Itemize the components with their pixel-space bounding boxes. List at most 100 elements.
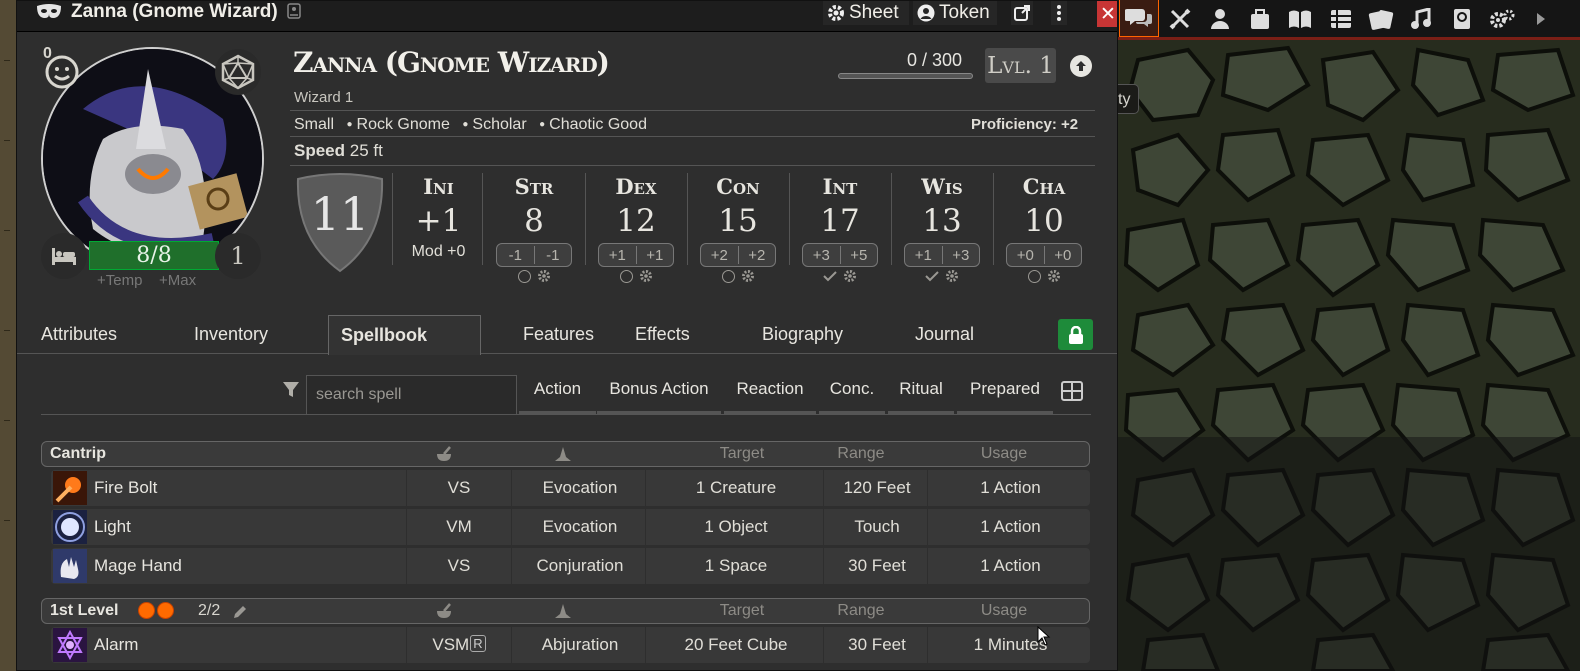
ability-score[interactable]: 8 <box>483 201 585 241</box>
grid-layout-icon[interactable] <box>1061 381 1083 401</box>
spell-icon[interactable] <box>53 628 87 662</box>
tab-attributes[interactable]: Attributes <box>41 315 117 354</box>
proficiency-circle-icon[interactable] <box>517 269 531 283</box>
spell-slot-pips[interactable] <box>138 599 176 623</box>
gear-icon[interactable] <box>537 269 551 283</box>
ability-mod-save[interactable]: +0 +0 <box>1006 243 1082 267</box>
ability-save[interactable]: +0 <box>1045 247 1082 264</box>
ability-label[interactable]: Str <box>483 173 585 201</box>
hit-points-bar[interactable]: 8/8 <box>89 241 219 270</box>
race-label[interactable]: Rock Gnome <box>357 116 450 133</box>
max-hp-field[interactable]: +Max <box>159 272 196 289</box>
ability-mod[interactable]: -1 <box>497 247 534 264</box>
ability-save[interactable]: +3 <box>943 247 980 264</box>
spell-name[interactable]: Fire Bolt <box>94 470 157 506</box>
background-label[interactable]: Scholar <box>472 116 526 133</box>
armor-class[interactable]: 11 <box>294 171 386 273</box>
spell-row[interactable]: Alarm VSM R Abjuration 20 Feet Cube 30 Feet 1 … <box>51 627 1090 663</box>
ability-int[interactable]: Int 17 +3 +5 <box>789 173 891 291</box>
game-map[interactable]: ty <box>1118 40 1580 671</box>
cards-tab[interactable] <box>1361 0 1401 37</box>
level-up-button[interactable] <box>1070 55 1092 77</box>
filter-concentration-button[interactable]: Conc. <box>819 375 885 415</box>
roll-dice-button[interactable] <box>215 49 261 95</box>
ability-mod[interactable]: +1 <box>599 247 636 264</box>
filter-reaction-button[interactable]: Reaction <box>724 375 816 415</box>
tab-effects[interactable]: Effects <box>635 315 690 354</box>
spell-name[interactable]: Alarm <box>94 627 138 663</box>
ability-save[interactable]: +2 <box>739 247 776 264</box>
spell-slot-count[interactable]: 2/2 <box>198 599 220 623</box>
ability-label[interactable]: Dex <box>585 173 687 201</box>
gear-icon[interactable] <box>1047 269 1061 283</box>
ability-label[interactable]: Cha <box>993 173 1095 201</box>
collapse-sidebar-button[interactable] <box>1526 0 1556 37</box>
journal-tab[interactable] <box>1280 0 1320 37</box>
combat-tab[interactable] <box>1160 0 1200 37</box>
tab-features[interactable]: Features <box>523 315 594 354</box>
ability-save[interactable]: +5 <box>841 247 878 264</box>
spell-row[interactable]: Light VM Evocation 1 Object Touch 1 Action <box>51 509 1090 545</box>
ability-score[interactable]: 13 <box>891 201 993 241</box>
ability-score[interactable]: 10 <box>993 201 1095 241</box>
close-button[interactable]: ✕ <box>1097 1 1117 27</box>
ability-cha[interactable]: Cha 10 +0 +0 <box>993 173 1095 291</box>
ability-save[interactable]: -1 <box>535 247 572 264</box>
ability-score[interactable]: 15 <box>687 201 789 241</box>
tab-spellbook[interactable]: Spellbook <box>328 315 481 355</box>
check-icon[interactable] <box>823 270 837 282</box>
ability-wis[interactable]: Wis 13 +1 +3 <box>891 173 993 291</box>
tables-tab[interactable] <box>1321 0 1361 37</box>
playlists-tab[interactable] <box>1401 0 1441 37</box>
spell-icon[interactable] <box>53 549 87 583</box>
ability-label[interactable]: Int <box>789 173 891 201</box>
ability-mod-save[interactable]: +2 +2 <box>700 243 776 267</box>
filter-prepared-button[interactable]: Prepared <box>957 375 1053 415</box>
gear-icon[interactable] <box>741 269 755 283</box>
proficiency-circle-icon[interactable] <box>721 269 735 283</box>
spell-slot-dot[interactable] <box>157 602 174 620</box>
spell-name[interactable]: Mage Hand <box>94 548 182 584</box>
tab-inventory[interactable]: Inventory <box>194 315 268 354</box>
spell-search-input[interactable]: search spell <box>306 375 517 415</box>
hit-dice-badge[interactable]: 1 <box>215 233 261 279</box>
tab-journal[interactable]: Journal <box>915 315 974 354</box>
ability-mod[interactable]: +2 <box>701 247 738 264</box>
spell-name[interactable]: Light <box>94 509 131 545</box>
ability-dex[interactable]: Dex 12 +1 +1 <box>585 173 687 291</box>
spell-row[interactable]: Fire Bolt VS Evocation 1 Creature 120 Feet 1 … <box>51 470 1090 506</box>
more-options-button[interactable] <box>1051 1 1067 25</box>
ability-mod[interactable]: +0 <box>1007 247 1044 264</box>
ability-save[interactable]: +1 <box>637 247 674 264</box>
experience-value[interactable]: 0 / 300 <box>907 50 962 71</box>
id-card-icon[interactable] <box>287 3 301 19</box>
ability-mod[interactable]: +3 <box>803 247 840 264</box>
proficiency-circle-icon[interactable] <box>1027 269 1041 283</box>
filter-bonus-action-button[interactable]: Bonus Action <box>597 375 721 415</box>
ability-mod-save[interactable]: +1 +3 <box>904 243 980 267</box>
ability-label[interactable]: Wis <box>891 173 993 201</box>
spell-row[interactable]: Mage Hand VS Conjuration 1 Space 30 Feet 1 Ac… <box>51 548 1090 584</box>
window-titlebar[interactable]: Zanna (Gnome Wizard) Sheet Token ✕ <box>17 1 1117 31</box>
token-button[interactable]: Token <box>913 1 997 25</box>
tab-biography[interactable]: Biography <box>762 315 843 354</box>
ability-str[interactable]: Str 8 -1 -1 <box>483 173 585 291</box>
ability-label[interactable]: Con <box>687 173 789 201</box>
check-icon[interactable] <box>925 270 939 282</box>
initiative-mod[interactable]: Mod +0 <box>395 243 482 261</box>
ability-mod-save[interactable]: +1 +1 <box>598 243 674 267</box>
actors-tab[interactable] <box>1200 0 1240 37</box>
spell-icon[interactable] <box>53 471 87 505</box>
settings-tab[interactable] <box>1482 0 1522 37</box>
spell-icon[interactable] <box>53 510 87 544</box>
gear-icon[interactable] <box>945 269 959 283</box>
gear-icon[interactable] <box>639 269 653 283</box>
filter-ritual-button[interactable]: Ritual <box>888 375 954 415</box>
ability-con[interactable]: Con 15 +2 +2 <box>687 173 789 291</box>
popout-button[interactable] <box>1011 1 1033 25</box>
ability-mod[interactable]: +1 <box>905 247 942 264</box>
ability-mod-save[interactable]: +3 +5 <box>802 243 878 267</box>
filter-icon[interactable] <box>282 381 300 399</box>
sheet-lock-button[interactable] <box>1058 319 1093 350</box>
proficiency-circle-icon[interactable] <box>619 269 633 283</box>
